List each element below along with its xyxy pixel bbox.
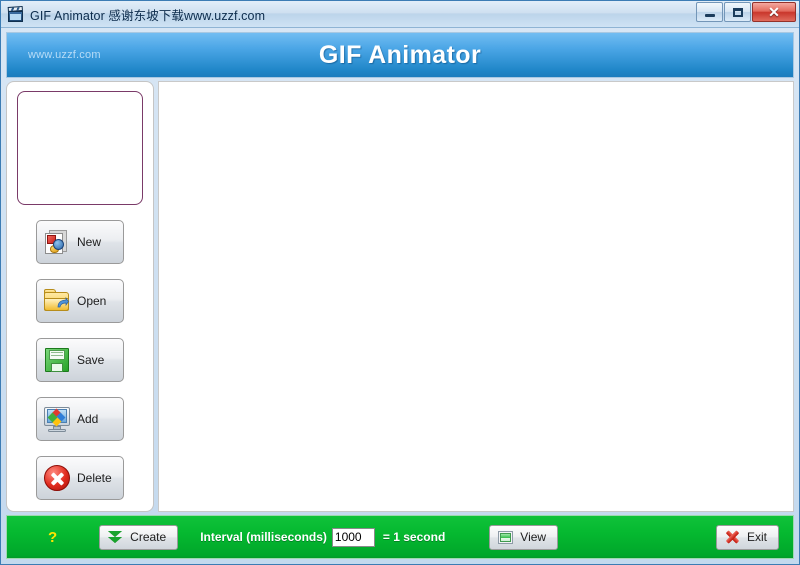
delete-button-label: Delete [77, 471, 112, 485]
page-title: GIF Animator [318, 40, 482, 69]
help-button[interactable]: ? [48, 529, 57, 546]
window-title: GIF Animator 感谢东坡下载www.uzzf.com [30, 8, 266, 23]
interval-label: Interval (milliseconds) [200, 530, 327, 544]
preview-thumbnail-box[interactable] [17, 91, 143, 205]
maximize-button[interactable] [724, 2, 751, 22]
new-document-icon [42, 227, 72, 257]
open-button-label: Open [77, 294, 107, 308]
footer-toolbar: ? Create Interval (milliseconds) = 1 sec… [6, 515, 794, 559]
view-button[interactable]: View [489, 524, 559, 550]
exit-button-label: Exit [746, 530, 767, 544]
save-button[interactable]: Save [36, 338, 124, 382]
delete-button[interactable]: Delete [36, 456, 124, 500]
film-clapper-icon [7, 5, 24, 23]
interval-input[interactable] [331, 527, 375, 547]
client-area: www.uzzf.com GIF Animator New Open Save … [1, 28, 799, 564]
frames-canvas[interactable] [158, 81, 794, 512]
exit-button[interactable]: Exit [715, 524, 779, 550]
floppy-disk-icon [42, 345, 72, 375]
main-region: New Open Save Add Delete [6, 81, 794, 512]
sidebar-panel: New Open Save Add Delete [6, 81, 154, 512]
close-button[interactable]: ✕ [752, 2, 796, 22]
app-banner: www.uzzf.com GIF Animator [6, 32, 794, 78]
red-x-icon [724, 529, 741, 546]
minimize-button[interactable] [696, 2, 723, 22]
application-window: GIF Animator 感谢东坡下载www.uzzf.com ✕ www.uz… [0, 0, 800, 565]
open-folder-icon [42, 286, 72, 316]
maximize-icon [733, 8, 743, 17]
create-button-label: Create [130, 530, 167, 544]
create-button[interactable]: Create [99, 524, 179, 550]
open-button[interactable]: Open [36, 279, 124, 323]
new-button[interactable]: New [36, 220, 124, 264]
view-button-label: View [520, 530, 547, 544]
green-picture-icon [497, 529, 514, 546]
banner-watermark: www.uzzf.com [28, 49, 101, 61]
add-button-label: Add [77, 412, 99, 426]
title-bar: GIF Animator 感谢东坡下载www.uzzf.com ✕ [1, 1, 799, 28]
folder-arrow-icon [57, 297, 69, 308]
new-button-label: New [77, 235, 102, 249]
monitor-add-icon [42, 404, 72, 434]
save-button-label: Save [77, 353, 105, 367]
minimize-icon [705, 14, 715, 17]
green-down-chevrons-icon [107, 529, 124, 546]
interval-equivalent-text: = 1 second [382, 530, 446, 544]
add-button[interactable]: Add [36, 397, 124, 441]
close-icon: ✕ [768, 3, 780, 20]
red-x-circle-icon [42, 463, 72, 493]
window-controls: ✕ [696, 2, 796, 22]
